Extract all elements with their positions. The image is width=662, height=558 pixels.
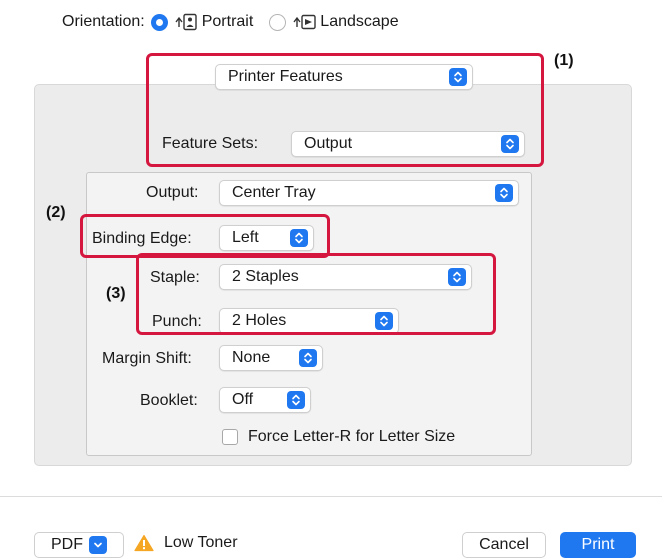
print-button[interactable]: Print bbox=[560, 532, 636, 558]
output-value: Center Tray bbox=[232, 184, 316, 201]
footer-separator bbox=[0, 496, 662, 497]
output-popup[interactable]: Center Tray bbox=[219, 180, 519, 206]
annotation-box-3 bbox=[136, 253, 496, 335]
pdf-label: PDF bbox=[51, 536, 83, 553]
print-label: Print bbox=[581, 536, 615, 553]
margin-shift-value: None bbox=[232, 349, 271, 366]
portrait-radio[interactable] bbox=[150, 13, 168, 31]
up-down-chevron-icon bbox=[495, 184, 513, 202]
orientation-row: Orientation: Portrait Landscape bbox=[62, 10, 415, 34]
low-toner-status: Low Toner bbox=[134, 534, 238, 552]
booklet-label: Booklet: bbox=[140, 392, 198, 409]
pdf-button[interactable]: PDF bbox=[34, 532, 124, 558]
booklet-popup[interactable]: Off bbox=[219, 387, 311, 413]
booklet-value: Off bbox=[232, 391, 254, 408]
annotation-label-3: (3) bbox=[106, 285, 126, 302]
low-toner-label: Low Toner bbox=[164, 534, 238, 551]
annotation-box-1 bbox=[146, 53, 544, 167]
annotation-label-1: (1) bbox=[554, 52, 574, 69]
landscape-label[interactable]: Landscape bbox=[320, 13, 398, 31]
annotation-label-2: (2) bbox=[46, 204, 66, 221]
landscape-orientation-icon bbox=[293, 14, 316, 30]
orientation-label: Orientation: bbox=[62, 13, 145, 30]
force-letter-r-label[interactable]: Force Letter-R for Letter Size bbox=[248, 428, 455, 446]
portrait-orientation-icon bbox=[175, 13, 197, 31]
output-label: Output: bbox=[146, 184, 199, 201]
force-letter-r-checkbox[interactable] bbox=[222, 429, 238, 445]
up-down-chevron-icon bbox=[299, 349, 317, 367]
margin-shift-label: Margin Shift: bbox=[102, 350, 192, 367]
force-letter-r-row: Force Letter-R for Letter Size bbox=[222, 428, 455, 446]
annotation-box-2 bbox=[80, 214, 330, 258]
landscape-radio[interactable] bbox=[269, 13, 287, 31]
portrait-label[interactable]: Portrait bbox=[202, 13, 254, 31]
cancel-label: Cancel bbox=[479, 536, 529, 553]
margin-shift-popup[interactable]: None bbox=[219, 345, 323, 371]
up-down-chevron-icon bbox=[287, 391, 305, 409]
chevron-down-icon bbox=[89, 536, 107, 554]
cancel-button[interactable]: Cancel bbox=[462, 532, 546, 558]
warning-triangle-icon bbox=[134, 534, 154, 552]
